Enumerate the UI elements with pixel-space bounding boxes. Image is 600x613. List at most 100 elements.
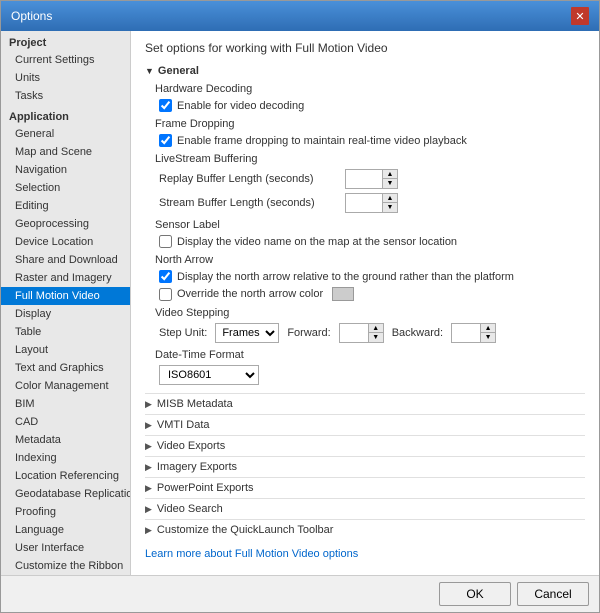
sidebar-item-layout[interactable]: Layout xyxy=(1,341,130,359)
sidebar-item-table[interactable]: Table xyxy=(1,323,130,341)
stream-buffer-down[interactable]: ▼ xyxy=(383,203,397,212)
color-swatch[interactable] xyxy=(332,287,354,301)
expandable-label-video-exports: Video Exports xyxy=(157,440,225,452)
sidebar-item-location-referencing[interactable]: Location Referencing xyxy=(1,467,130,485)
sidebar-item-text-graphics[interactable]: Text and Graphics xyxy=(1,359,130,377)
stream-buffer-row: Stream Buffer Length (seconds) 0 ▲ ▼ xyxy=(155,193,585,213)
expandable-powerpoint-exports[interactable]: PowerPoint Exports xyxy=(145,477,585,498)
datetime-format-row: ISO8601 xyxy=(155,365,585,385)
expandable-vmti-data[interactable]: VMTI Data xyxy=(145,414,585,435)
sidebar-item-current-settings[interactable]: Current Settings xyxy=(1,51,130,69)
sidebar-section-application: Application xyxy=(1,105,130,125)
sidebar-item-device-location[interactable]: Device Location xyxy=(1,233,130,251)
backward-value[interactable]: 1 xyxy=(452,324,480,342)
ok-button[interactable]: OK xyxy=(439,582,511,606)
sidebar-item-proofing[interactable]: Proofing xyxy=(1,503,130,521)
north-arrow-checkbox1[interactable] xyxy=(159,270,172,283)
datetime-format-section: Date-Time Format xyxy=(155,349,585,361)
replay-buffer-up[interactable]: ▲ xyxy=(383,170,397,179)
expandable-label-powerpoint-exports: PowerPoint Exports xyxy=(157,482,254,494)
sidebar-item-editing[interactable]: Editing xyxy=(1,197,130,215)
expandable-label-video-search: Video Search xyxy=(157,503,223,515)
north-arrow-text2: Override the north arrow color xyxy=(177,288,323,300)
north-arrow-row2: Override the north arrow color xyxy=(155,287,585,301)
expandable-items: MISB Metadata VMTI Data Video Exports Image… xyxy=(145,393,585,540)
backward-spinners: ▲ ▼ xyxy=(480,324,495,342)
hardware-decoding-row: Enable for video decoding xyxy=(155,99,585,112)
sidebar-item-bim[interactable]: BIM xyxy=(1,395,130,413)
sidebar-item-cad[interactable]: CAD xyxy=(1,413,130,431)
title-bar: Options ✕ xyxy=(1,1,599,31)
forward-spinners: ▲ ▼ xyxy=(368,324,383,342)
general-section-header[interactable]: General xyxy=(145,65,585,77)
sensor-label-row: Display the video name on the map at the… xyxy=(155,235,585,248)
expandable-label-misb-metadata: MISB Metadata xyxy=(157,398,233,410)
step-unit-select[interactable]: Frames xyxy=(215,323,279,343)
cancel-button[interactable]: Cancel xyxy=(517,582,589,606)
frame-dropping-label: Frame Dropping xyxy=(155,118,585,130)
expandable-label-customize-quicklaunch: Customize the QuickLaunch Toolbar xyxy=(157,524,334,536)
north-arrow-text1: Display the north arrow relative to the … xyxy=(177,271,514,283)
replay-buffer-spinners: ▲ ▼ xyxy=(382,170,397,188)
replay-buffer-value[interactable]: 90 xyxy=(346,170,382,188)
sidebar-item-units[interactable]: Units xyxy=(1,69,130,87)
livestream-label: LiveStream Buffering xyxy=(155,153,585,165)
replay-buffer-input: 90 ▲ ▼ xyxy=(345,169,398,189)
close-button[interactable]: ✕ xyxy=(571,7,589,25)
video-stepping-row: Step Unit: Frames Forward: 1 ▲ ▼ xyxy=(155,323,585,343)
frame-dropping-checkbox[interactable] xyxy=(159,134,172,147)
sidebar-item-geodatabase-replication[interactable]: Geodatabase Replication xyxy=(1,485,130,503)
expandable-video-search[interactable]: Video Search xyxy=(145,498,585,519)
expandable-customize-quicklaunch[interactable]: Customize the QuickLaunch Toolbar xyxy=(145,519,585,540)
hardware-decoding-checkbox[interactable] xyxy=(159,99,172,112)
general-toggle[interactable]: General xyxy=(145,65,199,77)
sensor-label-section: Sensor Label xyxy=(155,219,585,231)
backward-down[interactable]: ▼ xyxy=(481,333,495,342)
sidebar-section-project: Project xyxy=(1,31,130,51)
sidebar-item-customize-ribbon[interactable]: Customize the Ribbon xyxy=(1,557,130,575)
stream-buffer-up[interactable]: ▲ xyxy=(383,194,397,203)
sidebar-item-tasks[interactable]: Tasks xyxy=(1,87,130,105)
expandable-video-exports[interactable]: Video Exports xyxy=(145,435,585,456)
stream-buffer-value[interactable]: 0 xyxy=(346,194,382,212)
replay-buffer-label: Replay Buffer Length (seconds) xyxy=(159,173,339,185)
sidebar-item-color-management[interactable]: Color Management xyxy=(1,377,130,395)
stream-buffer-spinners: ▲ ▼ xyxy=(382,194,397,212)
expandable-label-vmti-data: VMTI Data xyxy=(157,419,210,431)
expandable-imagery-exports[interactable]: Imagery Exports xyxy=(145,456,585,477)
sidebar-item-raster-imagery[interactable]: Raster and Imagery xyxy=(1,269,130,287)
sidebar-item-selection[interactable]: Selection xyxy=(1,179,130,197)
backward-up[interactable]: ▲ xyxy=(481,324,495,333)
sidebar-item-full-motion-video[interactable]: Full Motion Video xyxy=(1,287,130,305)
sidebar-item-user-interface[interactable]: User Interface xyxy=(1,539,130,557)
datetime-format-select[interactable]: ISO8601 xyxy=(159,365,259,385)
dialog-body: ProjectCurrent SettingsUnitsTasksApplica… xyxy=(1,31,599,575)
main-content: Set options for working with Full Motion… xyxy=(131,31,599,575)
forward-value[interactable]: 1 xyxy=(340,324,368,342)
sidebar-item-language[interactable]: Language xyxy=(1,521,130,539)
expandable-misb-metadata[interactable]: MISB Metadata xyxy=(145,393,585,414)
north-arrow-section: North Arrow xyxy=(155,254,585,266)
stream-buffer-input: 0 ▲ ▼ xyxy=(345,193,398,213)
page-title: Set options for working with Full Motion… xyxy=(145,41,585,55)
sidebar-item-display[interactable]: Display xyxy=(1,305,130,323)
sidebar-item-geoprocessing[interactable]: Geoprocessing xyxy=(1,215,130,233)
sidebar-item-indexing[interactable]: Indexing xyxy=(1,449,130,467)
video-stepping-section: Video Stepping xyxy=(155,307,585,319)
forward-down[interactable]: ▼ xyxy=(369,333,383,342)
sidebar-item-navigation[interactable]: Navigation xyxy=(1,161,130,179)
sensor-label-text: Display the video name on the map at the… xyxy=(177,236,457,248)
forward-up[interactable]: ▲ xyxy=(369,324,383,333)
sensor-label-checkbox[interactable] xyxy=(159,235,172,248)
general-section: General Hardware Decoding Enable for vid… xyxy=(145,65,585,385)
sidebar-item-general[interactable]: General xyxy=(1,125,130,143)
replay-buffer-down[interactable]: ▼ xyxy=(383,179,397,188)
dialog-title: Options xyxy=(11,9,52,23)
sidebar-item-metadata[interactable]: Metadata xyxy=(1,431,130,449)
dialog-footer: OK Cancel xyxy=(1,575,599,612)
learn-more-link[interactable]: Learn more about Full Motion Video optio… xyxy=(145,548,585,560)
north-arrow-checkbox2[interactable] xyxy=(159,288,172,301)
sidebar-item-map-scene[interactable]: Map and Scene xyxy=(1,143,130,161)
sidebar-item-share-download[interactable]: Share and Download xyxy=(1,251,130,269)
frame-dropping-text: Enable frame dropping to maintain real-t… xyxy=(177,135,467,147)
